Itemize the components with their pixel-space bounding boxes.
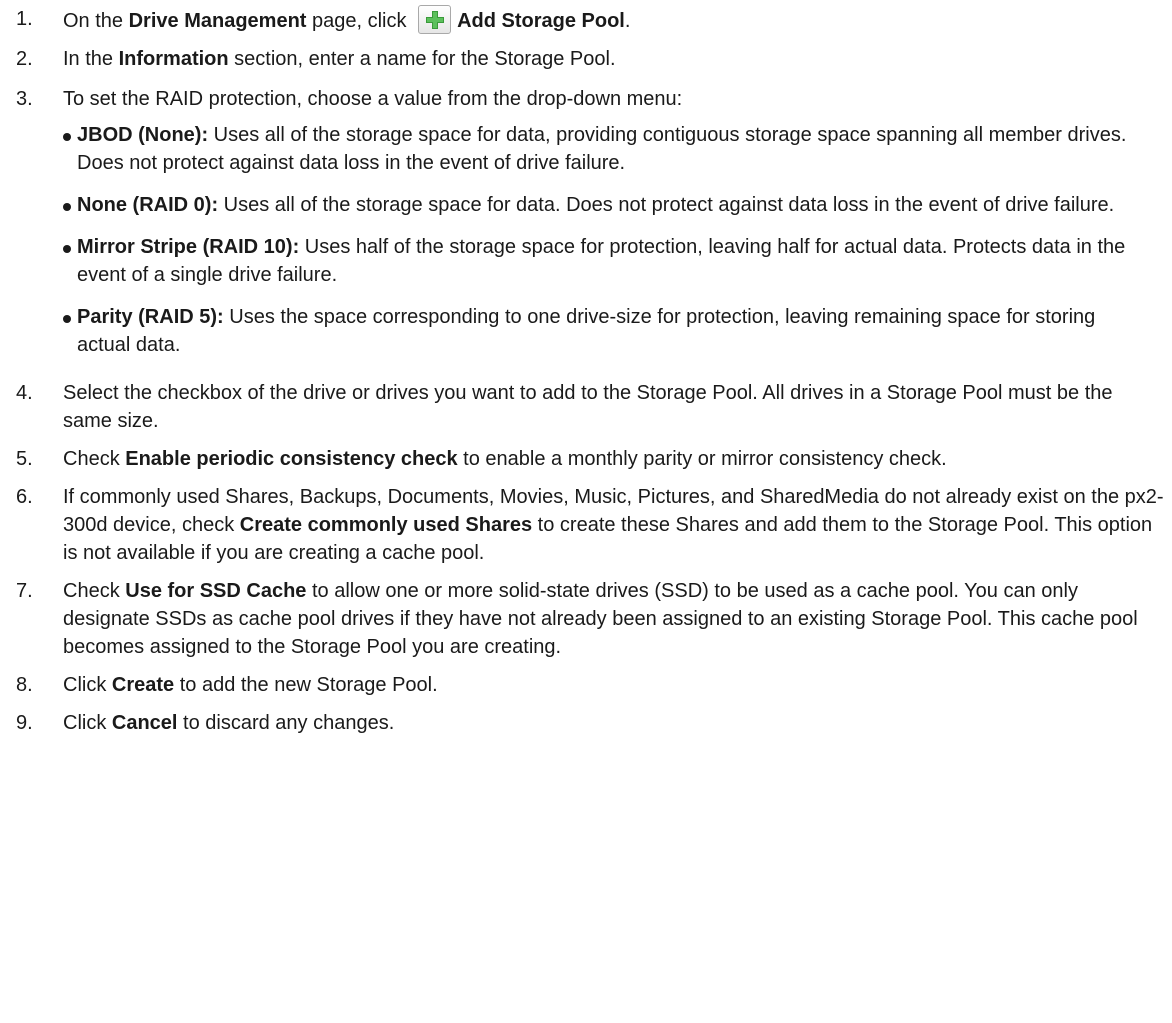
step-7: 7. Check Use for SSD Cache to allow one … <box>0 577 1172 661</box>
text-run: section, enter a name for the Storage Po… <box>228 48 616 70</box>
step-text: Click Create to add the new Storage Pool… <box>63 674 438 696</box>
step-2: 2. In the Information section, enter a n… <box>0 45 1172 73</box>
step-number: 1. <box>16 8 33 30</box>
list-item: None (RAID 0): Uses all of the storage s… <box>0 191 1172 219</box>
step-number: 3. <box>16 88 33 110</box>
step-9: 9. Click Cancel to discard any changes. <box>0 709 1172 737</box>
text-run: . <box>624 10 631 32</box>
text-run: page, click <box>306 10 413 32</box>
option-label: Mirror Stripe (RAID 10): <box>77 236 300 258</box>
step-8: 8. Click Create to add the new Storage P… <box>0 671 1172 699</box>
option-description: Uses all of the storage space for data, … <box>77 124 1127 174</box>
text-run: Check <box>63 448 126 470</box>
step-3: 3. To set the RAID protection, choose a … <box>0 85 1172 113</box>
ui-term-use-for-ssd-cache: Use for SSD Cache <box>125 580 307 602</box>
step-6: 6. If commonly used Shares, Backups, Doc… <box>0 483 1172 567</box>
ui-term-information: Information <box>118 48 229 70</box>
ui-term-add-storage-pool: Add Storage Pool <box>457 10 625 32</box>
text-run: Click <box>63 712 112 734</box>
ui-term-enable-consistency-check: Enable periodic consistency check <box>125 448 458 470</box>
step-text: Check Enable periodic consistency check … <box>63 448 947 470</box>
option-description: Uses the space corresponding to one driv… <box>77 306 1096 356</box>
text-run: to discard any changes. <box>177 712 395 734</box>
text-run: On the <box>63 10 129 32</box>
list-item: Parity (RAID 5): Uses the space correspo… <box>0 303 1172 359</box>
bullet-icon <box>63 133 71 141</box>
step-number: 8. <box>16 674 33 696</box>
step-number: 6. <box>16 486 33 508</box>
step-number: 2. <box>16 48 33 70</box>
step-text: Click Cancel to discard any changes. <box>63 712 394 734</box>
text-run: Check <box>63 580 126 602</box>
bullet-text: JBOD (None): Uses all of the storage spa… <box>77 121 1152 177</box>
bullet-icon <box>63 315 71 323</box>
step-text: To set the RAID protection, choose a val… <box>63 88 683 110</box>
option-description: Uses all of the storage space for data. … <box>218 194 1115 216</box>
step-text: On the Drive Management page, click Add … <box>63 5 630 35</box>
add-storage-pool-button-image <box>418 5 452 34</box>
step-number: 9. <box>16 712 33 734</box>
ui-term-create: Create <box>111 674 175 696</box>
ui-term-drive-management: Drive Management <box>128 10 307 32</box>
text-run: Click <box>63 674 112 696</box>
step-5: 5. Check Enable periodic consistency che… <box>0 445 1172 473</box>
text-run: to add the new Storage Pool. <box>174 674 438 696</box>
step-1: 1. On the Drive Management page, click A… <box>0 5 1172 35</box>
bullet-text: None (RAID 0): Uses all of the storage s… <box>77 191 1152 219</box>
ui-term-cancel: Cancel <box>111 712 178 734</box>
step-4: 4. Select the checkbox of the drive or d… <box>0 379 1172 435</box>
step-number: 7. <box>16 580 33 602</box>
list-item: Mirror Stripe (RAID 10): Uses half of th… <box>0 233 1172 289</box>
ui-term-create-commonly-used-shares: Create commonly used Shares <box>239 514 533 536</box>
bullet-text: Parity (RAID 5): Uses the space correspo… <box>77 303 1152 359</box>
step-text: If commonly used Shares, Backups, Docume… <box>63 486 1164 564</box>
bullet-text: Mirror Stripe (RAID 10): Uses half of th… <box>77 233 1152 289</box>
step-number: 5. <box>16 448 33 470</box>
bullet-icon <box>63 203 71 211</box>
list-item: JBOD (None): Uses all of the storage spa… <box>0 121 1172 177</box>
bullet-icon <box>63 245 71 253</box>
procedure-document: 1. On the Drive Management page, click A… <box>0 0 1172 737</box>
text-run: In the <box>63 48 119 70</box>
text-run: to enable a monthly parity or mirror con… <box>457 448 947 470</box>
step-text: Check Use for SSD Cache to allow one or … <box>63 580 1138 658</box>
raid-options-list: JBOD (None): Uses all of the storage spa… <box>0 121 1172 359</box>
option-label: None (RAID 0): <box>77 194 219 216</box>
option-label: Parity (RAID 5): <box>77 306 224 328</box>
option-label: JBOD (None): <box>77 124 209 146</box>
step-number: 4. <box>16 382 33 404</box>
step-text: Select the checkbox of the drive or driv… <box>63 382 1113 432</box>
plus-icon <box>426 11 445 29</box>
step-text: In the Information section, enter a name… <box>63 48 616 70</box>
